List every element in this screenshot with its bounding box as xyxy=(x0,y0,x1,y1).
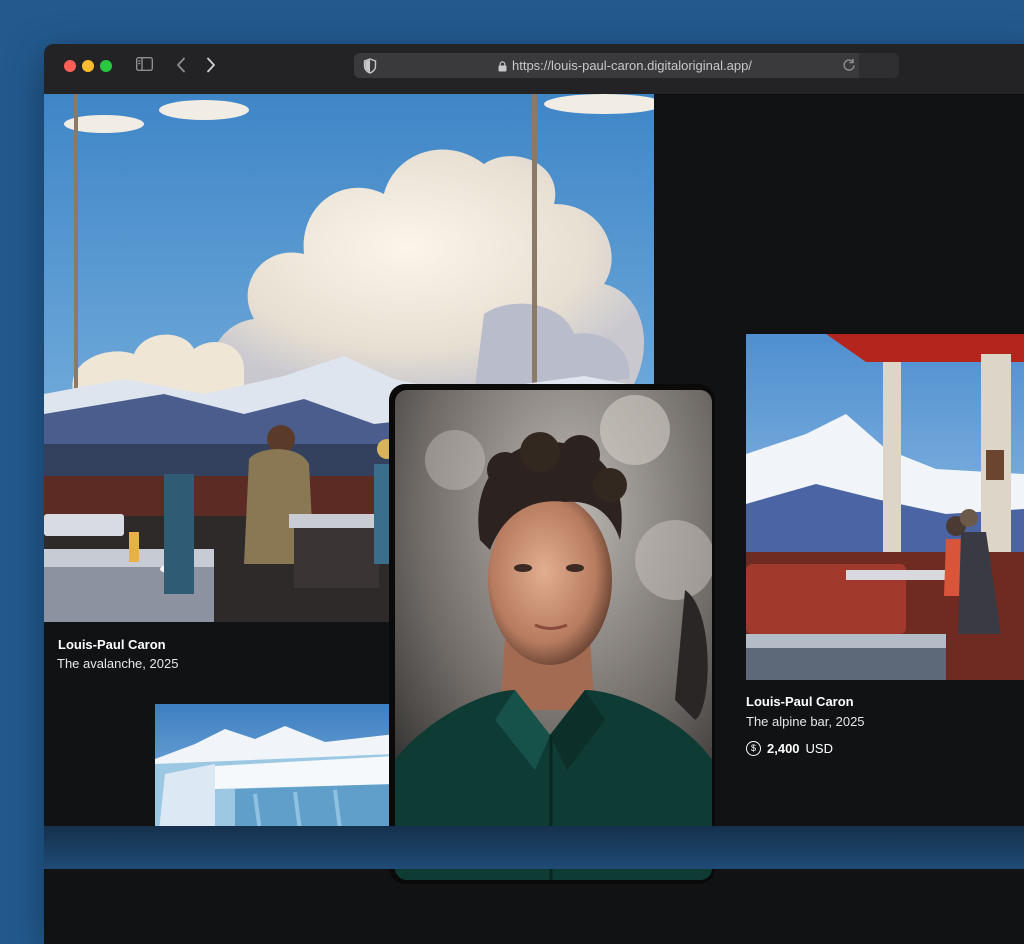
artwork-avalanche-title: The avalanche, 2025 xyxy=(57,656,179,671)
address-bar[interactable]: https://louis-paul-caron.digitaloriginal… xyxy=(354,53,899,78)
dollar-coin-icon: $ xyxy=(746,741,761,756)
url-text[interactable]: https://louis-paul-caron.digitaloriginal… xyxy=(512,58,752,73)
artwork-alpine-bar-image[interactable] xyxy=(746,334,1024,680)
minimize-window-button[interactable] xyxy=(82,60,94,72)
extension-area[interactable] xyxy=(859,53,899,78)
artwork-alpine-bar-title: The alpine bar, 2025 xyxy=(746,714,865,729)
browser-titlebar: https://louis-paul-caron.digitaloriginal… xyxy=(44,44,1024,95)
price-value: 2,400 xyxy=(767,741,800,756)
bottom-edge-shadow xyxy=(44,826,1024,869)
forward-icon[interactable] xyxy=(206,57,216,78)
artist-portrait-photo[interactable] xyxy=(395,390,712,880)
price-currency: USD xyxy=(805,741,833,756)
lock-icon xyxy=(498,59,507,77)
reload-icon[interactable] xyxy=(842,58,856,77)
close-window-button[interactable] xyxy=(64,60,76,72)
shield-icon[interactable] xyxy=(360,56,380,76)
back-icon[interactable] xyxy=(176,57,186,78)
zoom-window-button[interactable] xyxy=(100,60,112,72)
artwork-alpine-bar-price: $ 2,400 USD xyxy=(746,741,833,756)
artwork-alpine-bar-artist[interactable]: Louis-Paul Caron xyxy=(746,694,854,709)
sidebar-icon[interactable] xyxy=(135,56,154,76)
artwork-avalanche-artist[interactable]: Louis-Paul Caron xyxy=(58,637,166,652)
